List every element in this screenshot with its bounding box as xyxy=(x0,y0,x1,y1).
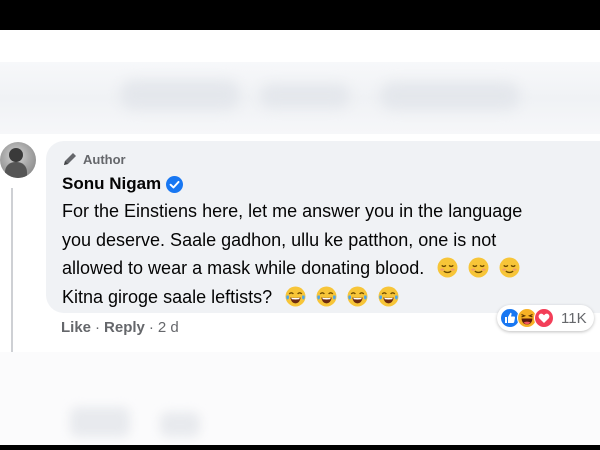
relieved-face-emoji-icon xyxy=(499,257,520,278)
tears-of-joy-emoji-icon xyxy=(316,286,337,306)
love-icon xyxy=(534,308,554,328)
separator-dot: · xyxy=(95,319,101,336)
author-badge: Author xyxy=(62,151,126,167)
avatar[interactable] xyxy=(0,142,36,178)
comment-line-text: allowed to wear a mask while donating bl… xyxy=(62,258,425,278)
commenter-name[interactable]: Sonu Nigam xyxy=(62,174,161,194)
bottom-black-bar xyxy=(0,445,600,450)
blurred-lower-area xyxy=(0,352,600,445)
comment-text: For the Einstiens here, let me answer yo… xyxy=(62,197,590,311)
comment-line: allowed to wear a mask while donating bl… xyxy=(62,254,590,283)
comment-timestamp[interactable]: 2 d xyxy=(158,319,179,336)
verified-badge-icon xyxy=(166,175,184,193)
tears-of-joy-emoji-icon xyxy=(347,286,368,306)
comment-actions: Like · Reply · 2 d xyxy=(61,319,179,336)
comment-line: For the Einstiens here, let me answer yo… xyxy=(62,201,523,221)
commenter-name-row: Sonu Nigam xyxy=(62,174,184,194)
blurred-post-area xyxy=(0,62,600,134)
reaction-count: 11K xyxy=(561,309,587,327)
reply-button[interactable]: Reply xyxy=(104,319,145,336)
thread-line xyxy=(11,188,13,353)
tears-of-joy-emoji-icon xyxy=(378,286,399,306)
separator-dot: · xyxy=(148,319,154,336)
top-black-bar xyxy=(0,0,600,30)
comment-line-text: Kitna giroge saale leftists? xyxy=(62,286,273,307)
pen-icon xyxy=(64,153,76,165)
like-button[interactable]: Like xyxy=(61,319,91,336)
relieved-face-emoji-icon xyxy=(437,257,458,278)
tears-of-joy-emoji-icon xyxy=(285,286,306,306)
relieved-face-emoji-icon xyxy=(468,257,489,278)
author-label: Author xyxy=(83,151,126,167)
reactions-summary[interactable]: 11K xyxy=(497,305,594,331)
comment-line: you deserve. Saale gadhon, ullu ke patth… xyxy=(62,229,497,250)
